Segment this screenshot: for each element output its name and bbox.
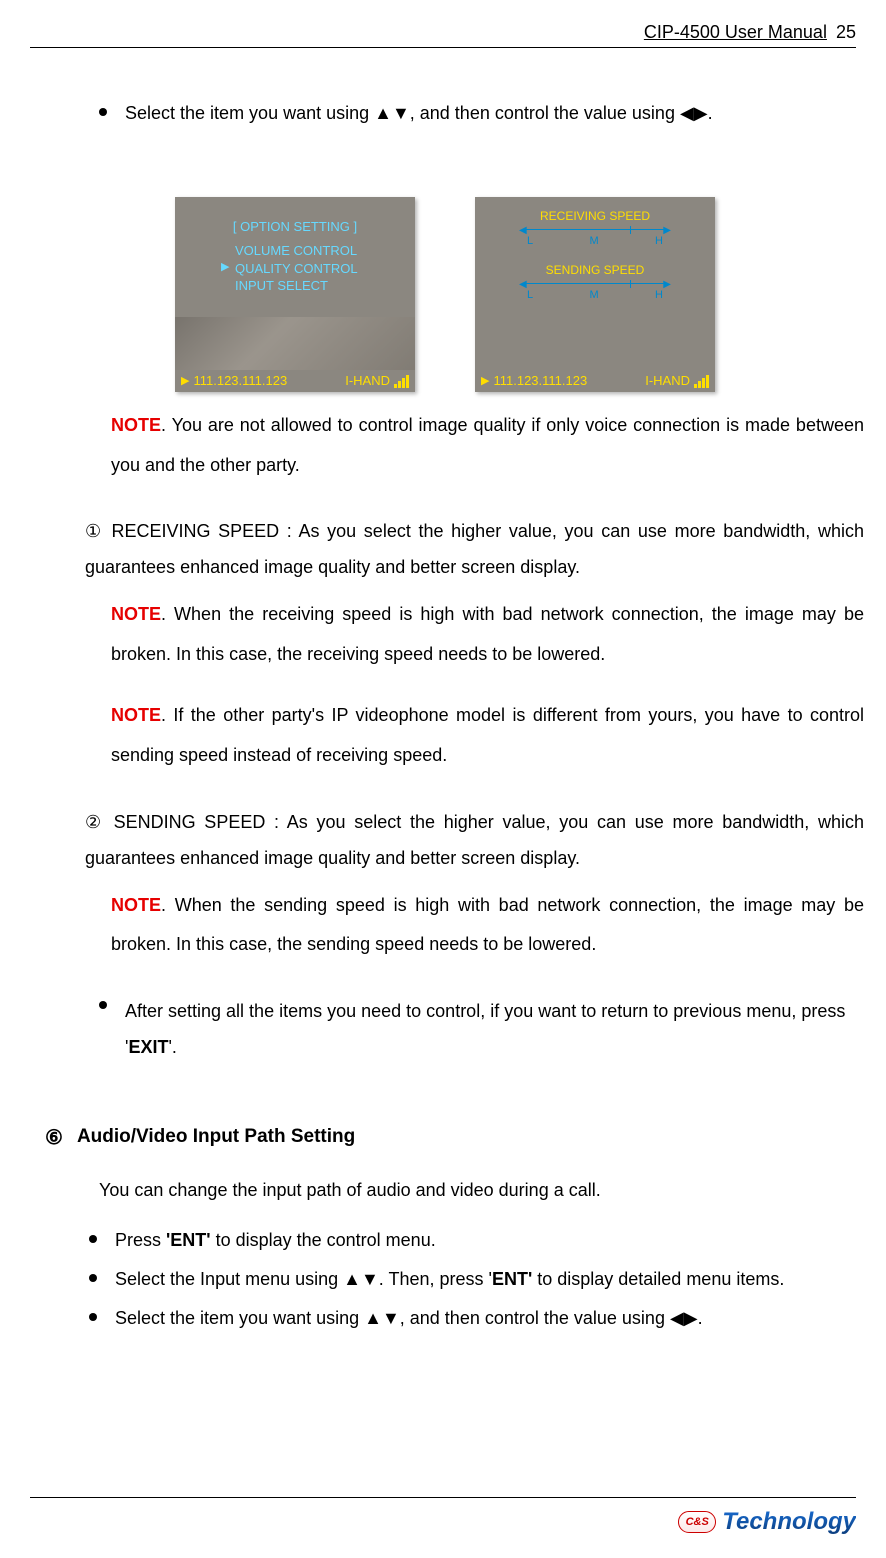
signal-icon <box>694 374 709 388</box>
note-label: NOTE <box>111 415 161 435</box>
bullet-select-item: Select the item you want using ▲▼, and t… <box>93 100 864 127</box>
page-content: Select the item you want using ▲▼, and t… <box>85 100 864 1344</box>
note-sending-high: NOTE. When the sending speed is high wit… <box>111 886 864 965</box>
screenshot-speed-sliders: RECEIVING SPEED ◀ ▶ LMH SENDING SPEED ◀ <box>475 197 715 392</box>
arrow-right-icon: ▶ <box>663 279 671 290</box>
menu-item-input: INPUT SELECT <box>235 277 415 295</box>
bullet-text: Select the Input menu using ▲▼. Then, pr… <box>115 1266 864 1293</box>
page-header: CIP-4500 User Manual 25 <box>30 22 856 48</box>
page-footer: C&S Technology <box>30 1497 856 1536</box>
doc-title: CIP-4500 User Manual <box>644 22 827 42</box>
note-label: NOTE <box>111 705 161 725</box>
sending-speed-block: SENDING SPEED ◀ ▶ LMH <box>525 263 665 301</box>
bullet-icon <box>99 1001 107 1009</box>
bullet-text: Press 'ENT' to display the control menu. <box>115 1227 864 1254</box>
bullet-press-ent: Press 'ENT' to display the control menu. <box>83 1227 864 1254</box>
bullet-icon <box>89 1313 97 1321</box>
bullet-text: Select the item you want using ▲▼, and t… <box>115 1305 864 1332</box>
company-logo: C&S Technology <box>678 1508 856 1536</box>
bullet-icon <box>89 1274 97 1282</box>
bullet-text: Select the item you want using ▲▼, and t… <box>125 100 864 127</box>
note-label: NOTE <box>111 604 161 624</box>
signal-icon <box>394 374 409 388</box>
screenshot-statusbar: ▶ 111.123.111.123 I-HAND <box>475 373 715 390</box>
note-quality-voice: NOTE. You are not allowed to control ima… <box>111 406 864 485</box>
circled-six-icon: ⑥ <box>45 1125 63 1150</box>
para-sending-speed: ② SENDING SPEED : As you select the high… <box>85 804 864 876</box>
screenshot-option-setting: [ OPTION SETTING ] VOLUME CONTROL QUALIT… <box>175 197 415 392</box>
circled-two-icon: ② <box>85 812 105 832</box>
status-mode: I-HAND <box>345 373 390 388</box>
bullet-icon <box>89 1235 97 1243</box>
sending-slider: ◀ ▶ <box>525 279 665 289</box>
arrow-right-icon: ▶ <box>663 225 671 236</box>
page-number: 25 <box>832 22 856 42</box>
receiving-speed-label: RECEIVING SPEED <box>525 209 665 223</box>
bullet-exit: After setting all the items you need to … <box>93 993 864 1065</box>
logo-badge: C&S <box>678 1511 716 1533</box>
circled-one-icon: ① <box>85 521 104 541</box>
play-icon: ▶ <box>181 374 189 387</box>
section-bullets: Press 'ENT' to display the control menu.… <box>75 1227 864 1332</box>
note-different-model: NOTE. If the other party's IP videophone… <box>111 696 864 775</box>
bullet-text: After setting all the items you need to … <box>125 993 864 1065</box>
sending-speed-label: SENDING SPEED <box>525 263 665 277</box>
arrow-left-icon: ◀ <box>519 225 527 236</box>
note-label: NOTE <box>111 895 161 915</box>
status-ip: 111.123.111.123 <box>493 373 641 388</box>
receiving-speed-block: RECEIVING SPEED ◀ ▶ LMH <box>525 209 665 247</box>
arrow-left-icon: ◀ <box>519 279 527 290</box>
screenshot-statusbar: ▶ 111.123.111.123 I-HAND <box>175 373 415 390</box>
bullet-select-input-menu: Select the Input menu using ▲▼. Then, pr… <box>83 1266 864 1293</box>
slider-ticks: LMH <box>525 235 665 247</box>
status-mode: I-HAND <box>645 373 690 388</box>
section-title: Audio/Video Input Path Setting <box>77 1126 355 1148</box>
play-icon: ▶ <box>481 374 489 387</box>
menu-item-volume: VOLUME CONTROL <box>235 242 415 260</box>
section-heading-av-input: ⑥ Audio/Video Input Path Setting <box>45 1125 864 1150</box>
screenshot-bg-image <box>175 317 415 370</box>
para-receiving-speed: ① RECEIVING SPEED : As you select the hi… <box>85 513 864 585</box>
bullet-icon <box>99 108 107 116</box>
slider-ticks: LMH <box>525 289 665 301</box>
screenshot-title: [ OPTION SETTING ] <box>175 197 415 234</box>
bullet-select-item-2: Select the item you want using ▲▼, and t… <box>83 1305 864 1332</box>
status-ip: 111.123.111.123 <box>193 373 341 388</box>
receiving-slider: ◀ ▶ <box>525 225 665 235</box>
device-screenshots: [ OPTION SETTING ] VOLUME CONTROL QUALIT… <box>175 197 864 392</box>
menu-item-quality-selected: QUALITY CONTROL <box>235 260 415 278</box>
section-intro: You can change the input path of audio a… <box>99 1176 864 1205</box>
logo-text: Technology <box>722 1508 856 1536</box>
note-receiving-high: NOTE. When the receiving speed is high w… <box>111 595 864 674</box>
